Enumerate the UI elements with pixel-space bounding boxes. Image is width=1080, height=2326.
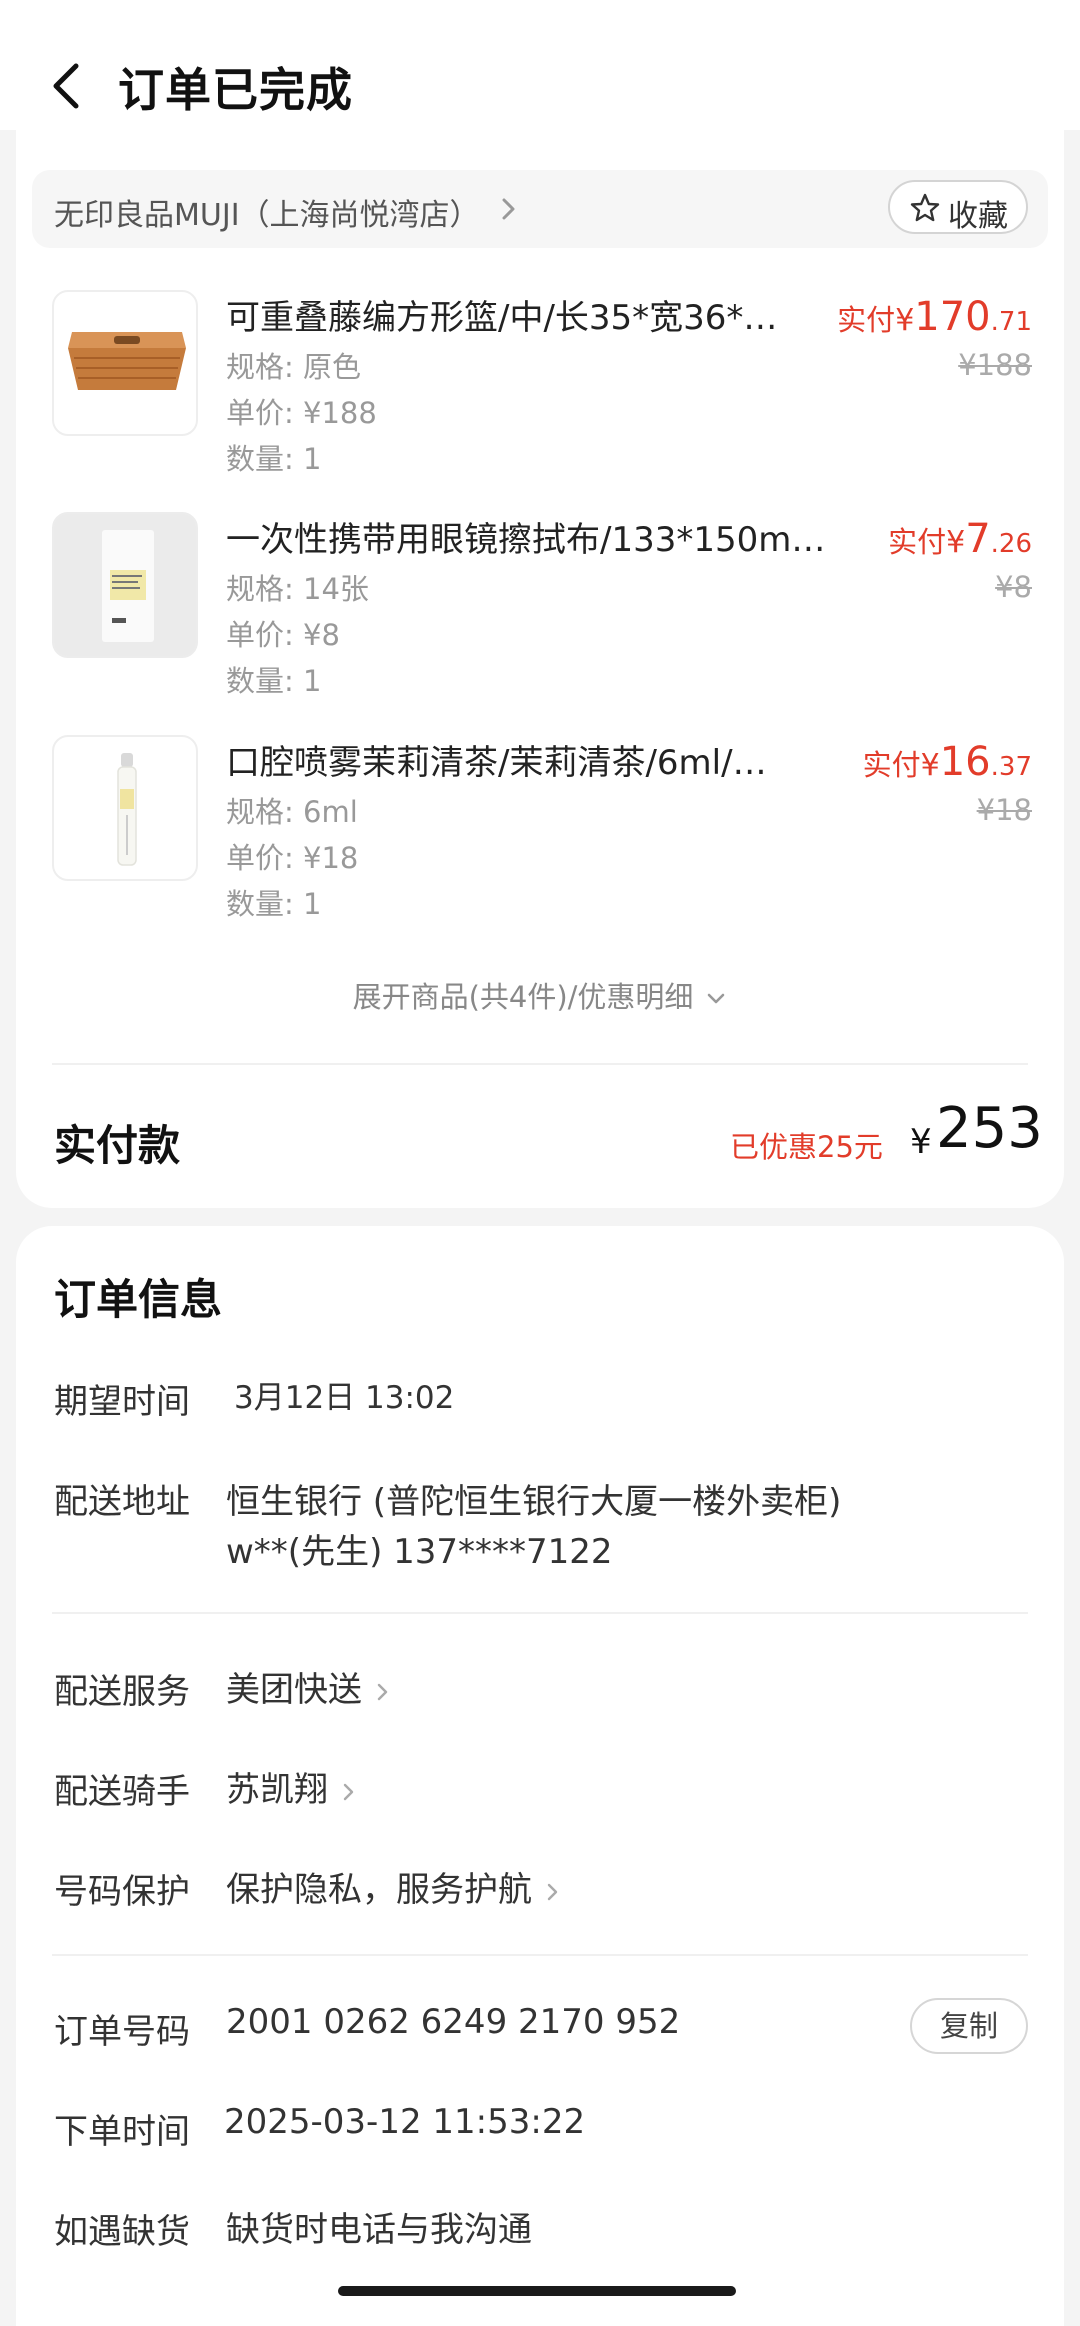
divider	[52, 1954, 1028, 1956]
order-number-label: 订单号码	[54, 2012, 190, 2052]
order-info-title: 订单信息	[54, 1275, 223, 1324]
delivery-service-text: 美团快送	[226, 1670, 362, 1710]
favorite-label: 收藏	[948, 199, 1008, 234]
order-item[interactable]: 口腔喷雾茉莉清茶/茉莉清茶/6ml/… 规格: 6ml 单价: ¥18 数量: …	[52, 735, 1032, 935]
paid-currency: ¥	[895, 303, 915, 338]
rider-label: 配送骑手	[54, 1772, 190, 1812]
discount-amount: 已优惠25元	[730, 1130, 883, 1164]
paid-decimal: .37	[990, 752, 1032, 782]
delivery-service-label: 配送服务	[54, 1672, 190, 1712]
rider-value[interactable]: 苏凯翔	[226, 1762, 356, 1811]
number-protection-value[interactable]: 保护隐私，服务护航	[226, 1862, 560, 1911]
number-protection-label: 号码保护	[54, 1872, 190, 1912]
back-arrow-icon[interactable]	[48, 58, 88, 114]
paid-decimal: .26	[990, 529, 1032, 559]
store-name[interactable]: 无印良品MUJI（上海尚悦湾店）	[54, 190, 480, 234]
cleaning-cloth-image	[54, 514, 196, 656]
copy-order-number-button[interactable]: 复制	[910, 1998, 1028, 2054]
paid-price: 实付¥170.71	[837, 294, 1032, 340]
product-spec: 规格: 6ml	[226, 795, 358, 829]
divider	[52, 1063, 1028, 1065]
home-indicator[interactable]	[338, 2286, 736, 2296]
paid-total-amount: 253	[936, 1096, 1043, 1161]
chevron-right-icon	[377, 1683, 388, 1700]
chevron-down-icon	[708, 993, 725, 1004]
product-name[interactable]: 一次性携带用眼镜擦拭布/133*150m…	[226, 512, 825, 561]
paid-label: 实付	[888, 525, 947, 559]
paid-label: 实付	[837, 303, 896, 337]
total-currency: ¥	[910, 1122, 932, 1162]
product-unit-price: 单价: ¥188	[226, 396, 377, 430]
original-price: ¥18	[976, 793, 1032, 827]
chevron-right-icon	[547, 1883, 558, 1900]
address-contact: w**(先生) 137****7122	[226, 1532, 613, 1572]
product-name[interactable]: 口腔喷雾茉莉清茶/茉莉清茶/6ml/…	[226, 735, 767, 784]
rider-name: 苏凯翔	[226, 1770, 328, 1810]
order-time-value: 2025-03-12 11:53:22	[224, 2102, 586, 2142]
product-name[interactable]: 可重叠藤编方形篮/中/长35*宽36*…	[226, 290, 777, 339]
top-bar: 订单已完成	[0, 0, 1080, 130]
order-item[interactable]: 可重叠藤编方形篮/中/长35*宽36*… 规格: 原色 单价: ¥188 数量:…	[52, 290, 1032, 490]
order-time-label: 下单时间	[54, 2112, 190, 2152]
store-bar[interactable]: 无印良品MUJI（上海尚悦湾店） 收藏	[32, 170, 1048, 248]
product-quantity: 数量: 1	[226, 664, 322, 698]
number-protection-text: 保护隐私，服务护航	[226, 1870, 532, 1910]
out-of-stock-value: 缺货时电话与我沟通	[226, 2210, 532, 2250]
product-thumbnail-basket[interactable]	[52, 290, 198, 436]
product-spec: 规格: 14张	[226, 572, 369, 606]
paid-currency: ¥	[920, 748, 940, 783]
expand-label: 展开商品(共4件)/优惠明细	[352, 980, 694, 1014]
product-thumbnail-cloth[interactable]	[52, 512, 198, 658]
address-label: 配送地址	[54, 1482, 190, 1522]
paid-total-label: 实付款	[54, 1121, 181, 1170]
page-title: 订单已完成	[118, 63, 353, 117]
paid-integer: 170	[914, 294, 991, 340]
paid-price: 实付¥16.37	[863, 739, 1032, 785]
product-thumbnail-spray[interactable]	[52, 735, 198, 881]
paid-integer: 7	[965, 516, 991, 562]
product-quantity: 数量: 1	[226, 442, 322, 476]
product-spec: 规格: 原色	[226, 350, 361, 384]
original-price: ¥8	[995, 570, 1032, 604]
rattan-basket-image	[68, 332, 186, 390]
paid-currency: ¥	[946, 525, 966, 560]
expected-time-label: 期望时间	[54, 1382, 190, 1422]
product-quantity: 数量: 1	[226, 887, 322, 921]
mouth-spray-image	[117, 753, 137, 866]
out-of-stock-label: 如遇缺货	[54, 2212, 190, 2252]
paid-price: 实付¥7.26	[888, 516, 1032, 562]
star-icon	[910, 193, 940, 222]
favorite-store-button[interactable]: 收藏	[888, 180, 1028, 234]
original-price: ¥188	[958, 348, 1032, 382]
delivery-service-value[interactable]: 美团快送	[226, 1662, 390, 1711]
product-unit-price: 单价: ¥18	[226, 841, 359, 875]
paid-label: 实付	[862, 748, 921, 782]
chevron-right-icon	[502, 198, 515, 220]
order-item[interactable]: 一次性携带用眼镜擦拭布/133*150m… 规格: 14张 单价: ¥8 数量:…	[52, 512, 1032, 712]
expand-items-link[interactable]: 展开商品(共4件)/优惠明细	[0, 974, 1080, 1016]
order-number-value: 2001 0262 6249 2170 952	[226, 2002, 681, 2042]
expected-time-value: 3月12日 13:02	[234, 1380, 455, 1416]
paid-decimal: .71	[990, 307, 1032, 337]
chevron-right-icon	[343, 1783, 354, 1800]
divider	[52, 1612, 1028, 1614]
product-unit-price: 单价: ¥8	[226, 618, 340, 652]
address-line1: 恒生银行 (普陀恒生银行大厦一楼外卖柜)	[226, 1482, 842, 1522]
paid-integer: 16	[939, 739, 991, 785]
